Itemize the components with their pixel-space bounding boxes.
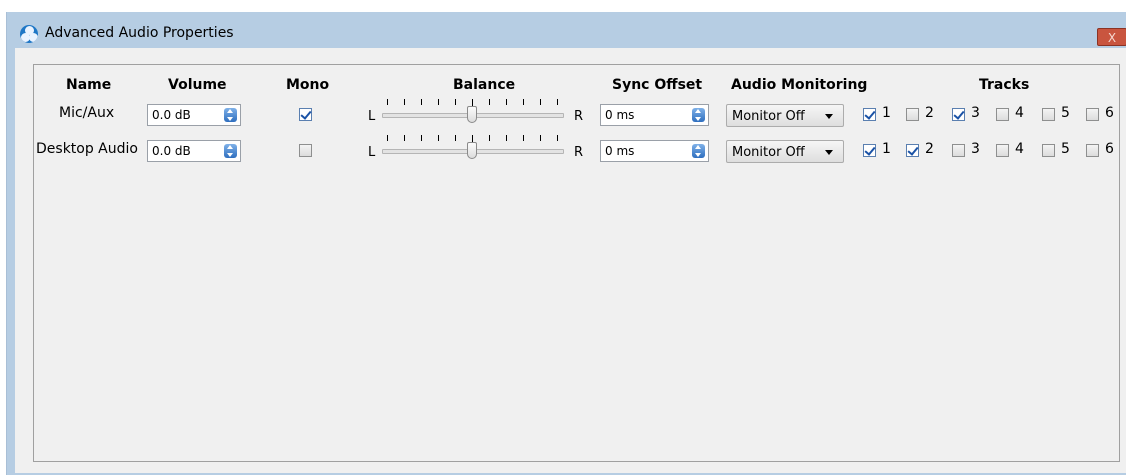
mono-checkbox[interactable] bbox=[299, 144, 312, 157]
header-sync-offset: Sync Offset bbox=[612, 77, 703, 93]
sync-offset-spinbox[interactable]: 0 ms bbox=[600, 104, 709, 126]
monitoring-dropdown[interactable]: Monitor Off bbox=[726, 140, 844, 163]
slider-tick bbox=[421, 99, 422, 105]
volume-spinbox[interactable]: 0.0 dB bbox=[147, 140, 241, 162]
track-checkbox-1[interactable] bbox=[863, 108, 876, 121]
spin-arrows-icon[interactable] bbox=[692, 144, 705, 158]
track-checkbox-4[interactable] bbox=[996, 144, 1009, 157]
track-checkbox-6[interactable] bbox=[1086, 144, 1099, 157]
header-audio-monitoring: Audio Monitoring bbox=[731, 77, 868, 93]
slider-tick bbox=[557, 99, 558, 105]
slider-tick bbox=[523, 99, 524, 105]
slider-tick bbox=[421, 135, 422, 141]
track-label: 5 bbox=[1061, 141, 1070, 157]
spin-arrows-icon[interactable] bbox=[224, 108, 237, 122]
slider-tick bbox=[455, 99, 456, 105]
track-label: 4 bbox=[1015, 105, 1024, 121]
track-label: 6 bbox=[1105, 141, 1114, 157]
track-label: 3 bbox=[971, 141, 980, 157]
track-checkbox-3[interactable] bbox=[952, 108, 965, 121]
dialog-body: Name Volume Mono Balance Sync Offset Aud… bbox=[15, 48, 1126, 473]
slider-tick bbox=[557, 135, 558, 141]
track-label: 2 bbox=[925, 141, 934, 157]
spin-arrows-icon[interactable] bbox=[224, 144, 237, 158]
track-label: 6 bbox=[1105, 105, 1114, 121]
chevron-down-icon bbox=[825, 150, 833, 155]
slider-tick bbox=[438, 135, 439, 141]
volume-value: 0.0 dB bbox=[152, 144, 191, 158]
title-bar[interactable]: Advanced Audio Properties X bbox=[7, 12, 1126, 48]
slider-tick bbox=[404, 135, 405, 141]
track-checkbox-6[interactable] bbox=[1086, 108, 1099, 121]
source-name: Desktop Audio bbox=[36, 141, 138, 157]
track-checkbox-1[interactable] bbox=[863, 144, 876, 157]
source-name: Mic/Aux bbox=[59, 105, 115, 121]
balance-right-label: R bbox=[574, 145, 584, 160]
audio-properties-window: Advanced Audio Properties X Name Volume … bbox=[6, 12, 1126, 475]
audio-sources-panel: Name Volume Mono Balance Sync Offset Aud… bbox=[33, 64, 1120, 462]
monitoring-value: Monitor Off bbox=[732, 109, 805, 124]
slider-tick bbox=[404, 99, 405, 105]
slider-tick bbox=[455, 135, 456, 141]
track-label: 5 bbox=[1061, 105, 1070, 121]
slider-tick bbox=[387, 135, 388, 141]
header-balance: Balance bbox=[453, 77, 516, 93]
track-label: 1 bbox=[882, 105, 891, 121]
slider-tick bbox=[387, 99, 388, 105]
balance-left-label: L bbox=[368, 109, 376, 124]
volume-value: 0.0 dB bbox=[152, 108, 191, 122]
track-label: 3 bbox=[971, 105, 980, 121]
volume-spinbox[interactable]: 0.0 dB bbox=[147, 104, 241, 126]
spin-arrows-icon[interactable] bbox=[692, 108, 705, 122]
slider-thumb[interactable] bbox=[467, 106, 477, 123]
sync-offset-spinbox[interactable]: 0 ms bbox=[600, 140, 709, 162]
slider-tick bbox=[489, 99, 490, 105]
audio-source-row: Desktop Audio 0.0 dB L R 0 ms Monitor Of… bbox=[34, 135, 1119, 167]
balance-slider[interactable] bbox=[382, 99, 572, 125]
track-checkbox-5[interactable] bbox=[1042, 144, 1055, 157]
slider-tick bbox=[438, 99, 439, 105]
mono-checkbox[interactable] bbox=[299, 108, 312, 121]
slider-tick bbox=[523, 135, 524, 141]
track-label: 4 bbox=[1015, 141, 1024, 157]
balance-slider[interactable] bbox=[382, 135, 572, 161]
sync-offset-value: 0 ms bbox=[605, 108, 635, 122]
monitoring-dropdown[interactable]: Monitor Off bbox=[726, 104, 844, 127]
balance-right-label: R bbox=[574, 109, 584, 124]
slider-tick bbox=[489, 135, 490, 141]
header-name: Name bbox=[66, 77, 112, 93]
track-label: 2 bbox=[925, 105, 934, 121]
track-checkbox-2[interactable] bbox=[906, 108, 919, 121]
slider-thumb[interactable] bbox=[467, 142, 477, 159]
header-tracks: Tracks bbox=[979, 77, 1030, 93]
close-button[interactable]: X bbox=[1097, 28, 1126, 46]
track-checkbox-5[interactable] bbox=[1042, 108, 1055, 121]
header-mono: Mono bbox=[286, 77, 330, 93]
audio-source-row: Mic/Aux 0.0 dB L R 0 ms Monitor Off 1 2 3 4… bbox=[34, 99, 1119, 131]
monitoring-value: Monitor Off bbox=[732, 145, 805, 160]
track-checkbox-4[interactable] bbox=[996, 108, 1009, 121]
slider-tick bbox=[506, 99, 507, 105]
track-label: 1 bbox=[882, 141, 891, 157]
chevron-down-icon bbox=[825, 114, 833, 119]
track-checkbox-3[interactable] bbox=[952, 144, 965, 157]
obs-app-icon bbox=[20, 25, 38, 43]
slider-tick bbox=[540, 99, 541, 105]
balance-left-label: L bbox=[368, 145, 376, 160]
slider-tick bbox=[540, 135, 541, 141]
window-title: Advanced Audio Properties bbox=[45, 25, 234, 41]
header-volume: Volume bbox=[168, 77, 227, 93]
slider-tick bbox=[506, 135, 507, 141]
sync-offset-value: 0 ms bbox=[605, 144, 635, 158]
track-checkbox-2[interactable] bbox=[906, 144, 919, 157]
